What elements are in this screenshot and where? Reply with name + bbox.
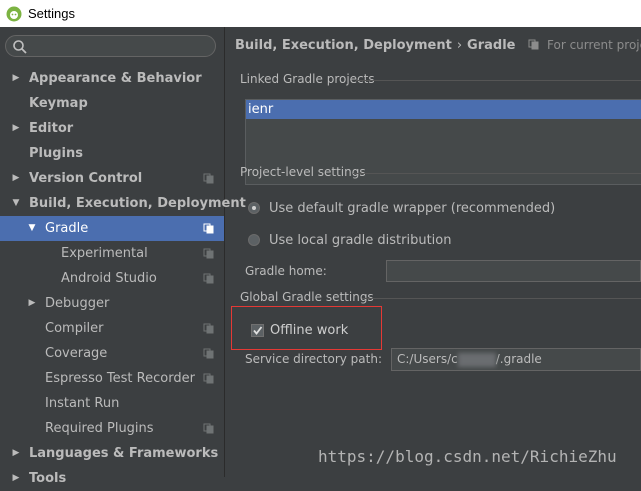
gradle-home-label: Gradle home:	[245, 264, 327, 278]
copy-icon	[203, 423, 214, 434]
sidebar-item-android-studio[interactable]: Android Studio	[0, 266, 224, 291]
expand-right-icon[interactable]: ▶	[10, 116, 22, 141]
scope-note: For current project	[547, 38, 641, 52]
sidebar-item-compiler[interactable]: Compiler	[0, 316, 224, 341]
use-local-option[interactable]: Use local gradle distribution	[248, 230, 451, 250]
sidebar-item-label: Appearance & Behavior	[29, 71, 202, 86]
offline-work-label: Offline work	[270, 322, 349, 338]
watermark: https://blog.csdn.net/RichieZhu	[318, 447, 617, 466]
linked-projects-label: Linked Gradle projects	[240, 72, 375, 86]
sidebar-item-debugger[interactable]: ▶ Debugger	[0, 291, 224, 316]
gradle-home-field[interactable]	[386, 260, 641, 282]
service-dir-suffix: /.gradle	[495, 352, 542, 366]
radio-button[interactable]	[248, 234, 260, 246]
project-level-label: Project-level settings	[240, 165, 366, 179]
sidebar-item-editor[interactable]: ▶ Editor	[0, 116, 224, 141]
expand-right-icon[interactable]: ▶	[10, 441, 22, 466]
sidebar-item-appearance-behavior[interactable]: ▶ Appearance & Behavior	[0, 66, 224, 91]
sidebar-item-instant-run[interactable]: Instant Run	[0, 391, 224, 416]
expand-right-icon[interactable]: ▶	[26, 291, 38, 316]
use-local-label: Use local gradle distribution	[269, 232, 452, 248]
sidebar-item-label: Gradle	[45, 221, 89, 236]
copy-icon	[203, 348, 214, 359]
sidebar-item-label: Tools	[29, 471, 67, 486]
expand-right-icon[interactable]: ▶	[10, 66, 22, 91]
sidebar-item-required-plugins[interactable]: Required Plugins	[0, 416, 224, 441]
sidebar-item-label: Instant Run	[45, 396, 120, 411]
android-icon	[6, 6, 22, 21]
breadcrumb-separator: ›	[456, 38, 463, 53]
divider	[353, 173, 641, 174]
expand-down-icon[interactable]: ▼	[10, 191, 22, 216]
window-title: Settings	[28, 6, 75, 21]
expand-right-icon[interactable]: ▶	[10, 466, 22, 491]
use-wrapper-option[interactable]: Use default gradle wrapper (recommended)	[248, 198, 555, 218]
sidebar-item-gradle[interactable]: ▼ Gradle	[0, 216, 224, 241]
global-settings-label: Global Gradle settings	[240, 290, 374, 304]
divider	[356, 80, 641, 81]
breadcrumb: Build, Execution, Deployment › Gradle For …	[235, 38, 641, 56]
sidebar-item-tools[interactable]: ▶ Tools	[0, 466, 224, 491]
service-directory-label: Service directory path:	[245, 352, 382, 366]
expand-down-icon[interactable]: ▼	[26, 216, 38, 241]
breadcrumb-current: Gradle	[467, 38, 516, 53]
sidebar-item-label: Experimental	[61, 246, 148, 261]
copy-icon	[203, 223, 214, 234]
title-bar: Settings	[0, 0, 641, 27]
sidebar-item-experimental[interactable]: Experimental	[0, 241, 224, 266]
sidebar-item-espresso-test-recorder[interactable]: Espresso Test Recorder	[0, 366, 224, 391]
gradle-settings-panel: Build, Execution, Deployment › Gradle For …	[226, 27, 641, 477]
copy-icon	[528, 39, 539, 50]
copy-icon	[203, 273, 214, 284]
use-wrapper-label: Use default gradle wrapper (recommended)	[269, 200, 556, 216]
sidebar-item-label: Build, Execution, Deployment	[29, 196, 246, 211]
search-icon	[13, 40, 27, 54]
sidebar-item-languages-frameworks[interactable]: ▶ Languages & Frameworks	[0, 441, 224, 466]
radio-button[interactable]	[248, 202, 260, 214]
sidebar-item-label: Required Plugins	[45, 421, 154, 436]
sidebar-item-label: Version Control	[29, 171, 143, 186]
divider	[362, 298, 641, 299]
sidebar-item-label: Espresso Test Recorder	[45, 371, 195, 386]
service-directory-field[interactable]: C:/Users/c /.gradle	[391, 348, 641, 371]
sidebar-item-label: Keymap	[29, 96, 88, 111]
settings-sidebar: ▶ Appearance & Behavior Keymap ▶ Editor Plugi…	[0, 27, 246, 486]
list-item[interactable]: ienr	[246, 100, 641, 119]
copy-icon	[203, 173, 214, 184]
offline-work-option[interactable]: Offline work	[251, 321, 348, 339]
checkmark-icon	[253, 325, 263, 335]
redacted-text	[457, 352, 496, 367]
copy-icon	[203, 323, 214, 334]
sidebar-item-coverage[interactable]: Coverage	[0, 341, 224, 366]
offline-work-checkbox[interactable]	[251, 323, 264, 337]
copy-icon	[203, 248, 214, 259]
sidebar-item-version-control[interactable]: ▶ Version Control	[0, 166, 224, 191]
sidebar-item-label: Coverage	[45, 346, 108, 361]
settings-tree: ▶ Appearance & Behavior Keymap ▶ Editor Plugi…	[0, 66, 246, 491]
sidebar-item-label: Compiler	[45, 321, 104, 336]
sidebar-item-label: Languages & Frameworks	[29, 446, 219, 461]
sidebar-item-label: Plugins	[29, 146, 83, 161]
copy-icon	[203, 373, 214, 384]
expand-right-icon[interactable]: ▶	[10, 166, 22, 191]
sidebar-item-label: Editor	[29, 121, 74, 136]
sidebar-item-build-execution-deployment[interactable]: ▼ Build, Execution, Deployment	[0, 191, 246, 216]
sidebar-item-label: Debugger	[45, 296, 110, 311]
sidebar-item-label: Android Studio	[61, 271, 157, 286]
sidebar-item-plugins[interactable]: Plugins	[0, 141, 224, 166]
breadcrumb-parent[interactable]: Build, Execution, Deployment	[235, 38, 452, 53]
service-dir-prefix: C:/Users/c	[397, 352, 458, 366]
search-input[interactable]	[5, 35, 216, 57]
sidebar-item-keymap[interactable]: Keymap	[0, 91, 224, 116]
